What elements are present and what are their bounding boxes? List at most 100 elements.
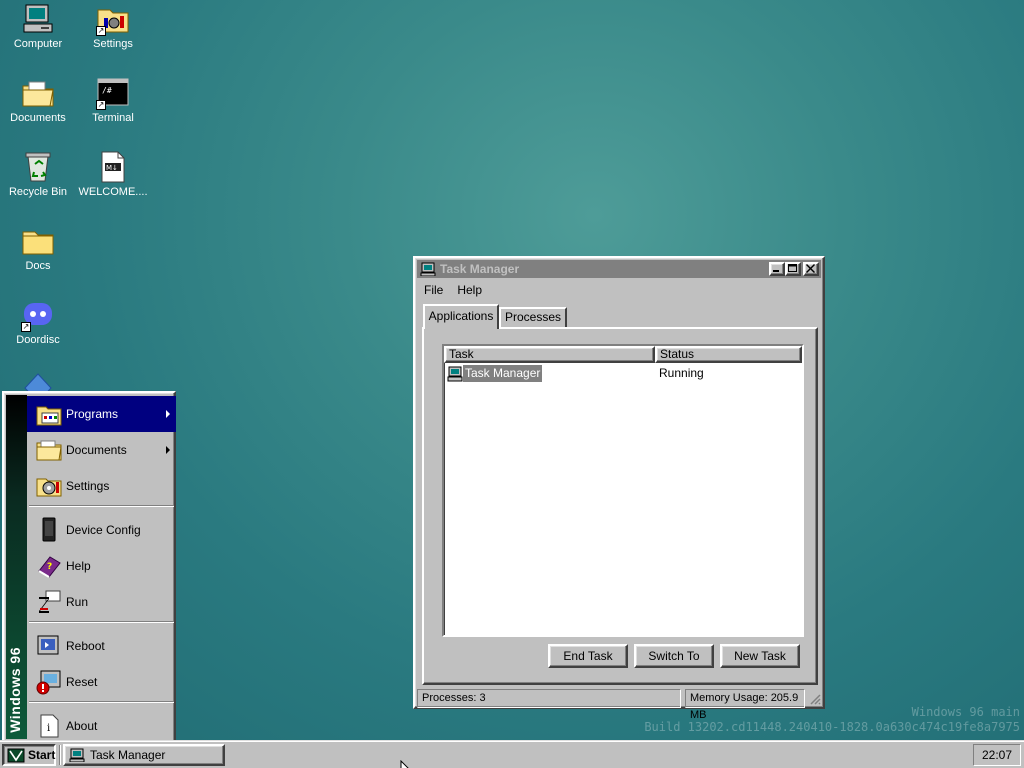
column-header-status[interactable]: Status: [655, 346, 802, 363]
tab-processes[interactable]: Processes: [499, 307, 567, 328]
maximize-button[interactable]: [785, 262, 801, 276]
desktop-icon-computer[interactable]: Computer: [0, 2, 76, 51]
tab-applications[interactable]: Applications: [423, 304, 499, 329]
submenu-arrow-icon: [166, 446, 170, 454]
start-menu-item-reboot[interactable]: Reboot: [27, 628, 176, 664]
row-task-name: Task Manager: [463, 365, 543, 382]
desktop-icon-label: Documents: [10, 112, 66, 124]
terminal-icon: /# ↗: [96, 76, 130, 110]
end-task-button[interactable]: End Task: [548, 644, 628, 668]
menu-file[interactable]: File: [417, 280, 450, 300]
menu-bar: File Help: [417, 280, 489, 300]
start-menu-item-label: Programs: [66, 407, 119, 421]
new-task-button[interactable]: New Task: [720, 644, 800, 668]
mouse-cursor-icon: [400, 760, 410, 768]
build-watermark-line1: Windows 96 main: [911, 705, 1020, 719]
shortcut-arrow-icon: ↗: [96, 26, 106, 36]
start-button[interactable]: Start: [2, 744, 56, 766]
start-menu-item-label: Help: [66, 559, 91, 573]
folder-icon: [36, 437, 62, 463]
maximize-icon: [788, 264, 797, 272]
task-manager-window[interactable]: Task Manager File Help Applications Proc…: [413, 256, 825, 721]
task-manager-title-icon: [420, 262, 436, 277]
shortcut-arrow-icon: ↗: [21, 322, 31, 332]
column-header-task[interactable]: Task: [444, 346, 655, 363]
switch-to-button[interactable]: Switch To: [634, 644, 714, 668]
device-icon: [36, 517, 62, 543]
minimize-icon: [773, 270, 779, 272]
desktop-icon-recycle-bin[interactable]: Recycle Bin: [0, 150, 76, 199]
close-icon: [806, 264, 815, 273]
start-menu-item-about[interactable]: i About: [27, 708, 176, 744]
start-menu-item-label: Run: [66, 595, 89, 609]
start-menu-item-settings[interactable]: Settings: [27, 468, 176, 504]
title-bar[interactable]: Task Manager: [417, 260, 821, 278]
minimize-button[interactable]: [769, 262, 785, 276]
reboot-icon: [36, 633, 62, 659]
status-processes: Processes: 3: [417, 689, 681, 708]
desktop-icon-settings[interactable]: ↗ Settings: [75, 2, 151, 51]
start-menu-item-reset[interactable]: Reset: [27, 664, 176, 700]
window-title: Task Manager: [440, 262, 520, 276]
menu-separator: [29, 505, 174, 507]
taskbar-divider: [59, 745, 61, 765]
start-menu-item-run[interactable]: Run: [27, 584, 176, 620]
menu-separator: [29, 701, 174, 703]
programs-icon: [36, 401, 62, 427]
start-menu-item-device-config[interactable]: Device Config: [27, 512, 176, 548]
menu-help[interactable]: Help: [450, 280, 489, 300]
folder-icon: [21, 224, 55, 258]
desktop-icon-documents[interactable]: Documents: [0, 76, 76, 125]
desktop-icon-label: Terminal: [92, 112, 134, 124]
task-manager-taskbar-icon: [69, 748, 85, 763]
computer-icon: [21, 2, 55, 36]
task-manager-app-icon: [447, 366, 463, 382]
start-menu-item-help[interactable]: ? Help: [27, 548, 176, 584]
settings-icon: [36, 473, 62, 499]
tab-panel: Task Status Task Manager Running: [422, 327, 818, 685]
about-icon: i: [36, 713, 62, 739]
start-menu-item-label: About: [66, 719, 98, 733]
diamond-icon: [21, 372, 55, 392]
start-menu-item-label: Settings: [66, 479, 110, 493]
svg-text:M↓: M↓: [106, 164, 118, 172]
taskbar-task-manager-button[interactable]: Task Manager: [63, 744, 225, 766]
system-tray-clock[interactable]: 22:07: [973, 744, 1021, 766]
desktop-icon-label: Doordisc: [16, 334, 60, 346]
submenu-arrow-icon: [166, 410, 170, 418]
resize-grip-icon[interactable]: [809, 693, 821, 705]
start-menu-item-label: Device Config: [66, 523, 141, 537]
desktop-icon-welcome[interactable]: M↓ WELCOME....: [75, 150, 151, 199]
desktop-icon-terminal[interactable]: /# ↗ Terminal: [75, 76, 151, 125]
taskbar: Start Task Manager 22:07: [0, 740, 1024, 768]
applications-list[interactable]: Task Status Task Manager Running: [442, 344, 804, 637]
start-menu-banner: Windows 96: [6, 395, 27, 739]
settings-folder-icon: ↗: [96, 2, 130, 36]
desktop-icon-doordisc[interactable]: ↗ Doordisc: [0, 298, 76, 347]
start-menu-item-documents[interactable]: Documents: [27, 432, 176, 468]
shortcut-arrow-icon: ↗: [96, 100, 106, 110]
start-menu-item-label: Reboot: [66, 639, 105, 653]
markdown-file-icon: M↓: [96, 150, 130, 184]
desktop-icon-label: Settings: [93, 38, 133, 50]
close-button[interactable]: [803, 262, 819, 276]
desktop-icon-label: WELCOME....: [78, 186, 148, 198]
reset-icon: [36, 669, 62, 695]
menu-separator: [29, 621, 174, 623]
desktop-icon-label: Docs: [25, 260, 51, 272]
documents-folder-icon: [21, 76, 55, 110]
svg-text:i: i: [47, 723, 50, 734]
row-status: Running: [659, 366, 704, 380]
run-icon: [36, 589, 62, 615]
start-button-label: Start: [28, 748, 56, 762]
desktop-icon-label: Recycle Bin: [8, 186, 68, 198]
table-row[interactable]: Task Manager Running: [446, 365, 800, 383]
start-menu-banner-text: Windows 96: [7, 647, 23, 733]
start-menu-item-programs[interactable]: Programs: [27, 396, 176, 432]
desktop-icon-partial[interactable]: [0, 372, 76, 392]
svg-text:?: ?: [47, 562, 52, 572]
discord-icon: ↗: [21, 298, 55, 332]
start-menu-item-label: Reset: [66, 675, 98, 689]
desktop-icon-docs[interactable]: Docs: [0, 224, 76, 273]
taskbar-task-label: Task Manager: [90, 748, 166, 762]
